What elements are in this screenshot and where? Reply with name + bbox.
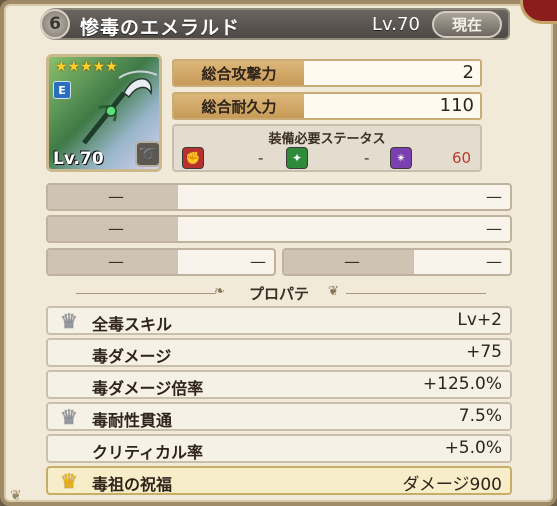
- rarity-stars: ★★★★★: [55, 59, 118, 75]
- corner-flourish-icon: ❦: [10, 488, 22, 504]
- swirl-icon[interactable]: ➰: [135, 141, 159, 167]
- socket-slot-3[interactable]: — —: [46, 248, 276, 276]
- grade-badge: E: [53, 81, 71, 99]
- icon-level-label: Lv.70: [53, 149, 104, 169]
- flourish-left-icon: ❧: [214, 284, 225, 299]
- dexterity-requirement: -: [364, 149, 370, 167]
- magic-requirement: 60: [452, 149, 472, 167]
- item-level: Lv.70: [372, 14, 420, 35]
- scythe-weapon-icon: [82, 70, 158, 145]
- current-button[interactable]: 現在: [432, 11, 502, 38]
- total-durability-value: 110: [439, 95, 474, 116]
- silver-crown-icon: ♛: [60, 309, 78, 333]
- strength-requirement: -: [258, 149, 264, 167]
- property-row: ♛ 毒祖の祝福 ダメージ900: [46, 466, 512, 495]
- strength-icon: ✊: [182, 147, 204, 169]
- requirements-title: 装備必要ステータス: [268, 132, 386, 147]
- total-attack-row: 総合攻撃力 2: [172, 59, 482, 87]
- total-attack-label: 総合攻撃力: [174, 61, 304, 85]
- property-row: ♛ 毒耐性貫通 7.5%: [46, 402, 512, 431]
- socket-slot-4[interactable]: — —: [282, 248, 512, 276]
- socket-slot-2[interactable]: — —: [46, 215, 512, 243]
- property-row: 毒ダメージ +75: [46, 338, 512, 367]
- item-icon-card[interactable]: ★★★★★ E Lv.70 ➰: [46, 54, 162, 172]
- property-row: ♛ 全毒スキル Lv+2: [46, 306, 512, 335]
- item-name: 惨毒のエメラルド: [80, 17, 241, 39]
- property-row: クリティカル率 +5.0%: [46, 434, 512, 463]
- equip-requirements-box: 装備必要ステータス ✊ - ✦ - ✴ 60: [172, 124, 482, 172]
- total-durability-row: 総合耐久力 110: [172, 92, 482, 120]
- total-durability-label: 総合耐久力: [174, 94, 304, 118]
- socket-slot-1[interactable]: — —: [46, 183, 512, 211]
- total-attack-value: 2: [462, 62, 474, 83]
- property-row: 毒ダメージ倍率 +125.0%: [46, 370, 512, 399]
- dexterity-icon: ✦: [286, 147, 308, 169]
- gold-crown-icon: ♛: [60, 469, 78, 493]
- magic-wand-icon: ✴: [390, 147, 412, 169]
- silver-crown-icon: ♛: [60, 405, 78, 429]
- rank-badge: 6: [40, 9, 70, 39]
- property-section-header: ❧ プロパティ ❦: [46, 283, 512, 324]
- flourish-right-icon: ❦: [328, 284, 339, 299]
